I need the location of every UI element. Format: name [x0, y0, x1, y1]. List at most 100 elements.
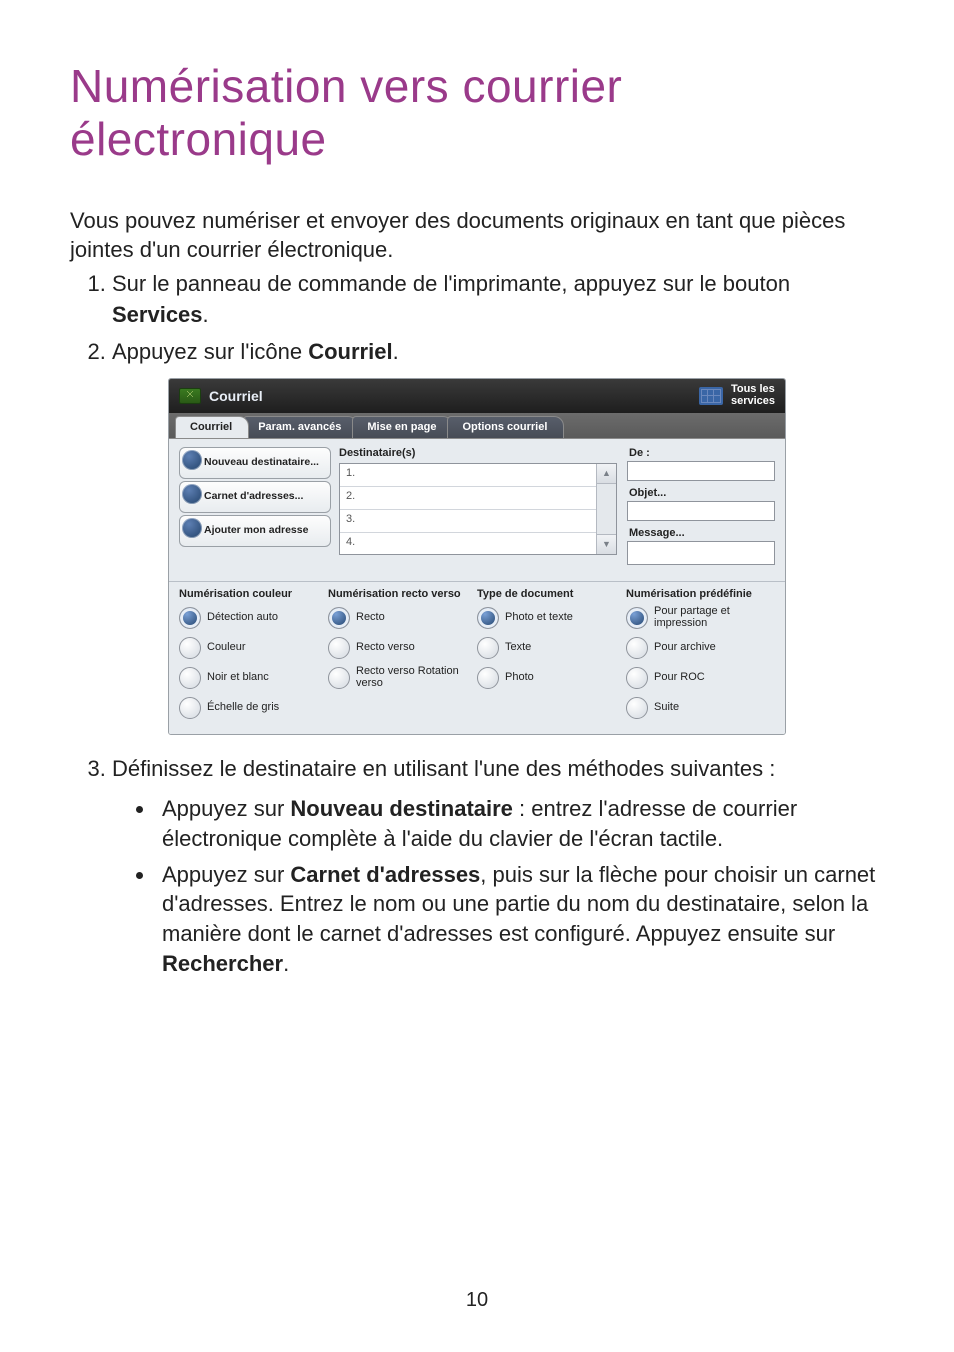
option-label: Pour partage et impression: [654, 606, 775, 629]
subject-label: Objet...: [629, 487, 775, 499]
window-title: Courriel: [209, 388, 263, 404]
recipient-row[interactable]: 1.: [340, 464, 596, 487]
step-1: Sur le panneau de commande de l'impriman…: [112, 269, 884, 331]
option-label: Recto verso: [356, 642, 415, 654]
bullet-2-bold: Carnet d'adresses: [290, 862, 480, 887]
option-roc[interactable]: Pour ROC: [626, 664, 775, 692]
option-label: Recto: [356, 612, 385, 624]
option-header: Type de document: [477, 588, 626, 600]
button-orb-icon: [182, 450, 202, 470]
option-label: Pour archive: [654, 642, 716, 654]
radio-icon: [626, 607, 648, 629]
message-field[interactable]: [627, 541, 775, 565]
option-column-duplex: Numérisation recto verso Recto Recto ver…: [328, 588, 477, 724]
radio-icon: [626, 667, 648, 689]
option-label: Pour ROC: [654, 672, 705, 684]
option-label: Échelle de gris: [207, 702, 279, 714]
bullet-2-post: .: [283, 951, 289, 976]
option-label: Texte: [505, 642, 531, 654]
recipient-row[interactable]: 4.: [340, 533, 596, 556]
option-photo-et-texte[interactable]: Photo et texte: [477, 604, 626, 632]
envelope-icon: [179, 388, 201, 404]
option-column-preset: Numérisation prédéfinie Pour partage et …: [626, 588, 775, 724]
bullet-1-pre: Appuyez sur: [162, 796, 290, 821]
radio-icon: [477, 637, 499, 659]
page-number: 10: [0, 1289, 954, 1312]
radio-icon: [477, 667, 499, 689]
new-recipient-button[interactable]: Nouveau destinataire...: [179, 447, 331, 479]
radio-icon: [328, 637, 350, 659]
recipient-row[interactable]: 2.: [340, 487, 596, 510]
option-detection-auto[interactable]: Détection auto: [179, 604, 328, 632]
recipient-row[interactable]: 3.: [340, 510, 596, 533]
step-1-bold: Services: [112, 302, 203, 327]
option-partage-impression[interactable]: Pour partage et impression: [626, 604, 775, 632]
tab-options-courriel[interactable]: Options courriel: [447, 416, 564, 438]
step-2-bold: Courriel: [308, 339, 392, 364]
from-label: De :: [629, 447, 775, 459]
option-noir-et-blanc[interactable]: Noir et blanc: [179, 664, 328, 692]
bullet-2: Appuyez sur Carnet d'adresses, puis sur …: [156, 860, 884, 979]
address-book-button[interactable]: Carnet d'adresses...: [179, 481, 331, 513]
step-1-pre: Sur le panneau de commande de l'impriman…: [112, 271, 790, 296]
title-bar: Courriel Tous les services: [169, 379, 785, 413]
address-book-label: Carnet d'adresses...: [204, 491, 303, 502]
subject-field[interactable]: [627, 501, 775, 521]
option-archive[interactable]: Pour archive: [626, 634, 775, 662]
option-texte[interactable]: Texte: [477, 634, 626, 662]
option-label: Photo et texte: [505, 612, 573, 624]
step-2-post: .: [393, 339, 399, 364]
option-column-color: Numérisation couleur Détection auto Coul…: [179, 588, 328, 724]
option-echelle-de-gris[interactable]: Échelle de gris: [179, 694, 328, 722]
radio-icon: [328, 607, 350, 629]
option-label: Détection auto: [207, 612, 278, 624]
recipients-header: Destinataire(s): [339, 447, 617, 459]
button-orb-icon: [182, 518, 202, 538]
radio-icon: [179, 607, 201, 629]
option-recto[interactable]: Recto: [328, 604, 477, 632]
option-recto-verso[interactable]: Recto verso: [328, 634, 477, 662]
radio-icon: [477, 607, 499, 629]
scroll-track[interactable]: [597, 484, 616, 534]
option-column-doctype: Type de document Photo et texte Texte Ph…: [477, 588, 626, 724]
step-1-post: .: [203, 302, 209, 327]
option-header: Numérisation recto verso: [328, 588, 477, 600]
bullet-1-bold: Nouveau destinataire: [290, 796, 513, 821]
option-photo[interactable]: Photo: [477, 664, 626, 692]
option-label: Noir et blanc: [207, 672, 269, 684]
all-services-label[interactable]: Tous les services: [731, 384, 775, 407]
step-2-pre: Appuyez sur l'icône: [112, 339, 308, 364]
message-label: Message...: [629, 527, 775, 539]
recipients-scrollbar[interactable]: ▲ ▼: [596, 464, 616, 554]
all-services-icon[interactable]: [699, 387, 723, 405]
radio-icon: [179, 637, 201, 659]
option-recto-verso-rotation[interactable]: Recto verso Rotation verso: [328, 664, 477, 692]
option-couleur[interactable]: Couleur: [179, 634, 328, 662]
option-label: Suite: [654, 702, 679, 714]
intro-text: Vous pouvez numériser et envoyer des doc…: [70, 206, 884, 265]
bullet-1: Appuyez sur Nouveau destinataire : entre…: [156, 794, 884, 853]
add-my-address-label: Ajouter mon adresse: [204, 525, 308, 536]
option-label: Photo: [505, 672, 534, 684]
recipients-list[interactable]: 1. 2. 3. 4. ▲ ▼: [339, 463, 617, 555]
step-3: Définissez le destinataire en utilisant …: [112, 754, 884, 785]
step-2: Appuyez sur l'icône Courriel.: [112, 337, 884, 368]
add-my-address-button[interactable]: Ajouter mon adresse: [179, 515, 331, 547]
option-header: Numérisation prédéfinie: [626, 588, 775, 600]
scroll-up-icon[interactable]: ▲: [597, 464, 616, 484]
tab-param-avances[interactable]: Param. avancés: [243, 416, 358, 438]
scroll-down-icon[interactable]: ▼: [597, 534, 616, 554]
option-suite[interactable]: Suite: [626, 694, 775, 722]
radio-icon: [626, 697, 648, 719]
button-orb-icon: [182, 484, 202, 504]
email-screenshot: Courriel Tous les services Courriel Para…: [168, 378, 786, 735]
tab-courriel[interactable]: Courriel: [175, 416, 249, 438]
radio-icon: [179, 667, 201, 689]
radio-icon: [626, 637, 648, 659]
tab-strip: Courriel Param. avancés Mise en page Opt…: [169, 413, 785, 439]
page-title: Numérisation vers courrier électronique: [70, 60, 884, 166]
new-recipient-label: Nouveau destinataire...: [204, 457, 319, 468]
tab-mise-en-page[interactable]: Mise en page: [352, 416, 453, 438]
from-field[interactable]: [627, 461, 775, 481]
bullet-2-pre: Appuyez sur: [162, 862, 290, 887]
